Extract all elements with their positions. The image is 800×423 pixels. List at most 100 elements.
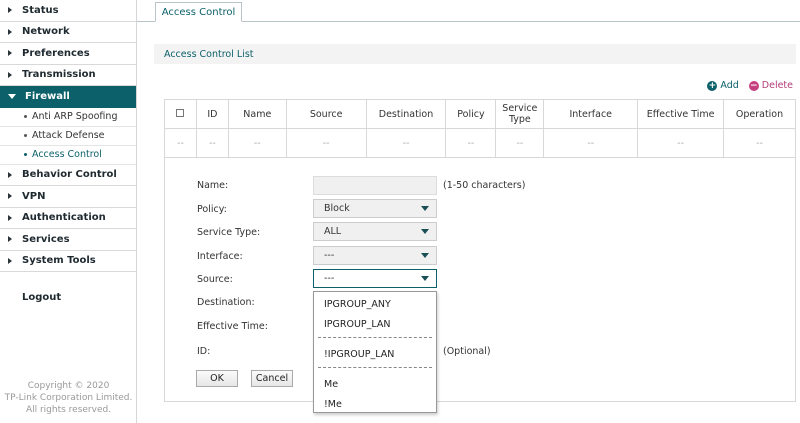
section-title: Access Control List xyxy=(154,44,796,64)
column-header: ID xyxy=(195,99,229,129)
nav-firewall[interactable]: Firewall xyxy=(0,86,136,108)
nav-system-tools[interactable]: System Tools xyxy=(0,251,136,272)
table-actions: + Add − Delete xyxy=(707,80,793,91)
minus-icon: − xyxy=(748,80,759,91)
copyright-line: All rights reserved. xyxy=(25,405,112,415)
id-label: ID: xyxy=(197,346,211,357)
chevron-right-icon xyxy=(8,193,12,200)
ok-button[interactable]: OK xyxy=(196,370,238,387)
nav-label: Authentication xyxy=(22,212,106,224)
subnav-attack-defense[interactable]: Attack Defense xyxy=(0,127,136,146)
column-header: Service Type xyxy=(495,99,545,129)
cancel-button[interactable]: Cancel xyxy=(251,370,293,387)
edit-panel xyxy=(164,157,796,402)
dropdown-option[interactable]: IPGROUP_LAN xyxy=(324,319,391,330)
table-row: -- -- -- -- -- -- -- -- -- -- xyxy=(164,128,796,158)
dropdown-option[interactable]: !Me xyxy=(324,399,342,410)
policy-select[interactable]: Block xyxy=(313,199,437,218)
table-cell: -- xyxy=(285,128,367,158)
service-type-select[interactable]: ALL xyxy=(313,222,437,241)
copyright: Copyright © 2020 TP-Link Corporation Lim… xyxy=(0,380,137,416)
logout-link[interactable]: Logout xyxy=(22,292,61,303)
select-all-header xyxy=(164,99,197,129)
name-label: Name: xyxy=(197,180,229,191)
id-hint: (Optional) xyxy=(443,346,491,357)
nav-network[interactable]: Network xyxy=(0,22,136,43)
copyright-line: Copyright © 2020 xyxy=(27,381,110,391)
table-cell: -- xyxy=(637,128,725,158)
column-header: Source xyxy=(285,99,367,129)
nav-label: System Tools xyxy=(22,255,96,267)
dropdown-option[interactable]: Me xyxy=(324,379,338,390)
tab-access-control[interactable]: Access Control xyxy=(155,2,242,22)
access-control-table: ID Name Source Destination Policy Servic… xyxy=(164,99,796,158)
nav-label: Firewall xyxy=(25,91,70,103)
destination-label: Destination: xyxy=(197,297,255,308)
dropdown-separator xyxy=(318,337,432,338)
dropdown-option[interactable]: IPGROUP_ANY xyxy=(324,299,391,310)
nav-label: Preferences xyxy=(22,47,90,59)
subnav-label: Attack Defense xyxy=(32,130,105,141)
interface-label: Interface: xyxy=(197,251,243,262)
dropdown-option[interactable]: !IPGROUP_LAN xyxy=(324,349,394,360)
nav-vpn[interactable]: VPN xyxy=(0,186,136,208)
column-header: Operation xyxy=(723,99,796,129)
select-all-checkbox[interactable] xyxy=(176,108,185,117)
chevron-right-icon xyxy=(8,71,12,78)
column-header: Effective Time xyxy=(637,99,725,129)
caret-down-icon xyxy=(421,206,429,211)
column-header: Destination xyxy=(365,99,447,129)
nav-behavior-control[interactable]: Behavior Control xyxy=(0,165,136,186)
caret-down-icon xyxy=(421,229,429,234)
table-cell: -- xyxy=(365,128,447,158)
chevron-right-icon xyxy=(8,236,12,243)
subnav-anti-arp-spoofing[interactable]: Anti ARP Spoofing xyxy=(0,108,136,127)
delete-button[interactable]: − Delete xyxy=(748,80,793,91)
policy-value: Block xyxy=(324,203,350,214)
nav-label: Network xyxy=(22,26,70,38)
subnav-label: Anti ARP Spoofing xyxy=(32,111,118,122)
copyright-line: TP-Link Corporation Limited. xyxy=(4,393,133,403)
interface-select[interactable]: --- xyxy=(313,246,437,265)
column-header: Name xyxy=(227,99,287,129)
bullet-icon xyxy=(24,115,27,118)
service-type-value: ALL xyxy=(324,226,342,237)
subnav-label: Access Control xyxy=(32,149,102,160)
table-header-row: ID Name Source Destination Policy Servic… xyxy=(164,99,796,129)
section-title-text: Access Control List xyxy=(164,48,254,60)
column-header: Policy xyxy=(445,99,497,129)
nav-label: VPN xyxy=(22,190,46,202)
add-label: Add xyxy=(720,80,739,91)
interface-value: --- xyxy=(324,250,335,261)
bullet-icon xyxy=(24,134,27,137)
nav-services[interactable]: Services xyxy=(0,229,136,251)
nav-transmission[interactable]: Transmission xyxy=(0,65,136,86)
policy-label: Policy: xyxy=(197,204,227,215)
nav-authentication[interactable]: Authentication xyxy=(0,208,136,229)
effective-time-label: Effective Time: xyxy=(197,321,268,332)
nav-status[interactable]: Status xyxy=(0,0,136,22)
table-cell: -- xyxy=(543,128,639,158)
source-value: --- xyxy=(324,273,335,284)
chevron-right-icon xyxy=(8,28,12,35)
source-select[interactable]: --- xyxy=(313,269,437,288)
name-input[interactable] xyxy=(313,176,437,195)
chevron-right-icon xyxy=(8,7,12,14)
sidebar: Status Network Preferences Transmission … xyxy=(0,0,137,423)
chevron-right-icon xyxy=(8,214,12,221)
service-type-label: Service Type: xyxy=(197,227,261,238)
subnav-access-control[interactable]: Access Control xyxy=(0,146,136,165)
add-button[interactable]: + Add xyxy=(707,80,739,91)
caret-down-icon xyxy=(421,253,429,258)
nav-label: Behavior Control xyxy=(22,169,117,181)
caret-down-icon xyxy=(421,276,429,281)
table-cell: -- xyxy=(195,128,229,158)
table-cell: -- xyxy=(227,128,287,158)
chevron-right-icon xyxy=(8,257,12,264)
chevron-down-icon xyxy=(8,94,16,100)
nav-preferences[interactable]: Preferences xyxy=(0,43,136,65)
delete-label: Delete xyxy=(761,80,793,91)
table-cell: -- xyxy=(495,128,545,158)
dropdown-separator xyxy=(318,367,432,368)
plus-icon: + xyxy=(707,80,718,91)
